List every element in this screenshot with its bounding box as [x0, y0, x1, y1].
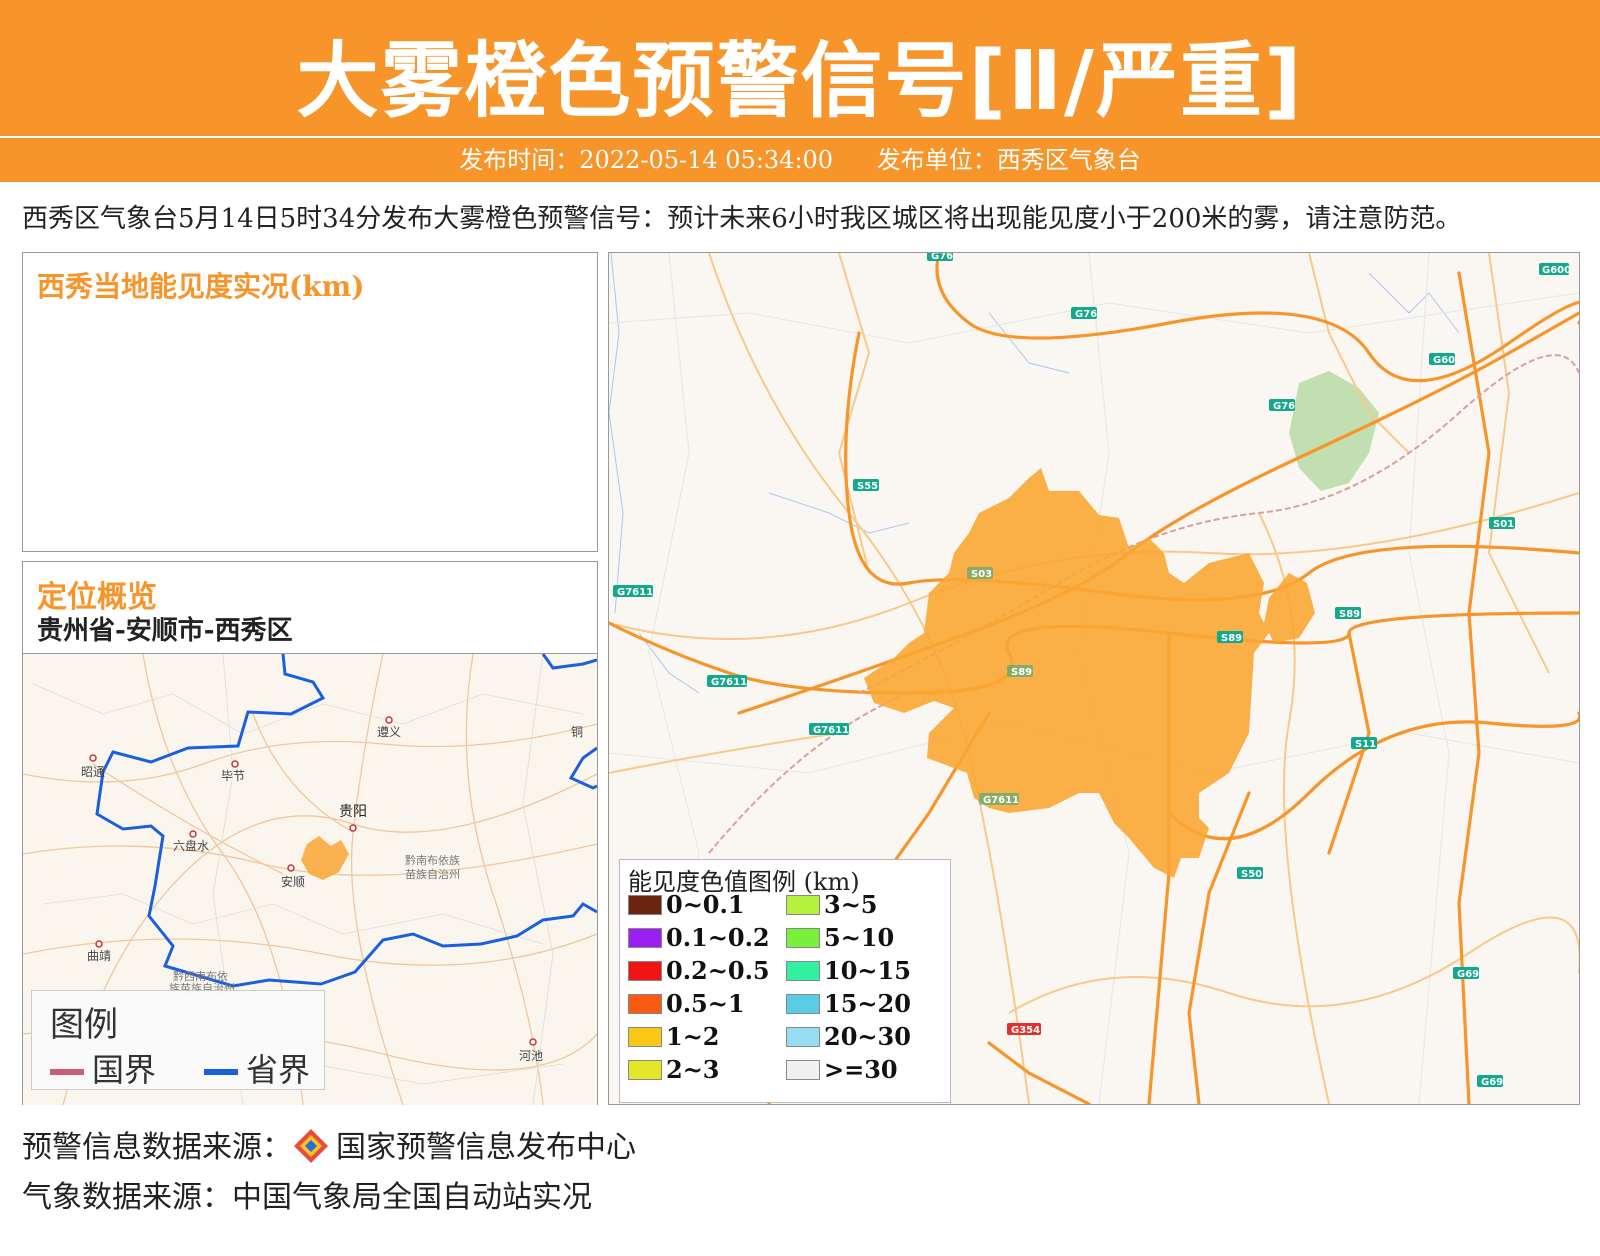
- svg-text:S03: S03: [971, 569, 992, 580]
- legend-item: 3~5: [786, 890, 878, 919]
- svg-text:G7611: G7611: [711, 677, 747, 688]
- svg-text:S55: S55: [857, 481, 878, 492]
- svg-text:S11: S11: [1355, 739, 1376, 750]
- warning-source-label: 预警信息数据来源：: [22, 1130, 292, 1165]
- warning-title: 大雾橙色预警信号[Ⅱ/严重]: [296, 34, 1304, 129]
- city-label: 贵阳: [339, 804, 367, 820]
- header-bar: 大雾橙色预警信号[Ⅱ/严重]: [0, 0, 1600, 136]
- city-label: 遵义: [377, 724, 401, 739]
- legend-swatch: [786, 928, 820, 948]
- svg-text:G76: G76: [1273, 401, 1295, 412]
- svg-text:G7611: G7611: [617, 587, 653, 598]
- publish-unit: 发布单位：西秀区气象台: [876, 146, 1141, 174]
- city-label: 铜: [571, 724, 583, 739]
- svg-text:G7611: G7611: [983, 795, 1019, 806]
- legend-item: 1~2: [628, 1022, 720, 1051]
- boundary-legend-title: 图例: [50, 1005, 118, 1045]
- warning-area-map[interactable]: G76 G76 G600 G60 G76 S55 S01 S03 G7611 S…: [608, 252, 1580, 1105]
- legend-swatch: [786, 895, 820, 915]
- provincial-border-legend: 省界: [204, 1045, 310, 1091]
- visibility-panel-title: 西秀当地能见度实况(km): [37, 270, 365, 303]
- legend-swatch: [628, 1027, 662, 1047]
- svg-text:G600: G600: [1542, 265, 1571, 276]
- weather-source-line: 气象数据来源：中国气象局全国自动站实况: [22, 1180, 592, 1215]
- svg-text:S50: S50: [1241, 869, 1262, 880]
- svg-text:S01: S01: [1493, 519, 1514, 530]
- legend-swatch: [628, 1060, 662, 1080]
- svg-text:G7611: G7611: [813, 725, 849, 736]
- legend-item: 0.5~1: [628, 989, 745, 1018]
- legend-item: 0.2~0.5: [628, 956, 770, 985]
- legend-swatch: [786, 961, 820, 981]
- legend-item: 10~15: [786, 956, 911, 985]
- provincial-border-line-icon: [204, 1069, 238, 1075]
- warning-center-name: 国家预警信息发布中心: [336, 1130, 636, 1165]
- svg-text:G60: G60: [1433, 355, 1455, 366]
- legend-item: 5~10: [786, 923, 894, 952]
- svg-text:S89: S89: [1011, 667, 1032, 678]
- svg-text:G76: G76: [1075, 309, 1097, 320]
- boundary-legend: 图例 国界 省界: [31, 990, 325, 1090]
- legend-item: 15~20: [786, 989, 911, 1018]
- overview-map[interactable]: 遵义 昭通 毕节 贵阳 六盘水 安顺 曲靖 河池 铜 黔南布依族 苗族自治州 黔…: [23, 653, 597, 1105]
- visibility-panel: 西秀当地能见度实况(km): [22, 252, 598, 552]
- warning-description: 西秀区气象台5月14日5时34分发布大雾橙色预警信号：预计未来6小时我区城区将出…: [22, 204, 1462, 234]
- publish-time: 发布时间：2022-05-14 05:34:00: [459, 146, 834, 174]
- svg-text:G76: G76: [931, 253, 953, 262]
- legend-item: 2~3: [628, 1055, 720, 1084]
- city-label: 昭通: [81, 765, 105, 779]
- region-label: 苗族自治州: [405, 867, 460, 881]
- location-panel: 定位概览 贵州省-安顺市-西秀区 遵义 昭通 毕节 贵阳 六盘水 安顺 曲靖 河…: [22, 561, 598, 1105]
- svg-text:S89: S89: [1339, 609, 1360, 620]
- city-label: 曲靖: [87, 949, 111, 963]
- region-label: 黔南布依族: [405, 853, 460, 867]
- legend-swatch: [786, 1060, 820, 1080]
- legend-swatch: [628, 994, 662, 1014]
- city-label: 六盘水: [173, 838, 209, 853]
- svg-text:G69: G69: [1457, 969, 1479, 980]
- visibility-color-legend: 能见度色值图例 (km) 0~0.1 0.1~0.2 0.2~0.5 0.5~1…: [619, 859, 951, 1103]
- location-path: 贵州省-安顺市-西秀区: [37, 616, 293, 646]
- warning-source-line: 预警信息数据来源： 国家预警信息发布中心: [22, 1122, 636, 1166]
- legend-item: 0~0.1: [628, 890, 745, 919]
- legend-swatch: [628, 895, 662, 915]
- city-label: 河池: [519, 1049, 543, 1063]
- svg-text:G354: G354: [1011, 1025, 1040, 1036]
- city-label: 安顺: [281, 874, 305, 889]
- city-label: 毕节: [221, 769, 245, 783]
- legend-item: 0.1~0.2: [628, 923, 770, 952]
- warning-center-logo-icon: [294, 1129, 328, 1163]
- national-border-line-icon: [50, 1069, 84, 1075]
- legend-item: >=30: [786, 1055, 898, 1084]
- legend-swatch: [628, 928, 662, 948]
- svg-text:G69: G69: [1481, 1077, 1503, 1088]
- svg-text:S89: S89: [1221, 633, 1242, 644]
- legend-item: 20~30: [786, 1022, 911, 1051]
- region-label: 黔西南布依: [173, 969, 228, 983]
- legend-swatch: [786, 1027, 820, 1047]
- legend-swatch: [628, 961, 662, 981]
- publish-info-bar: 发布时间：2022-05-14 05:34:00 发布单位：西秀区气象台: [0, 138, 1600, 182]
- legend-swatch: [786, 994, 820, 1014]
- national-border-legend: 国界: [50, 1045, 156, 1091]
